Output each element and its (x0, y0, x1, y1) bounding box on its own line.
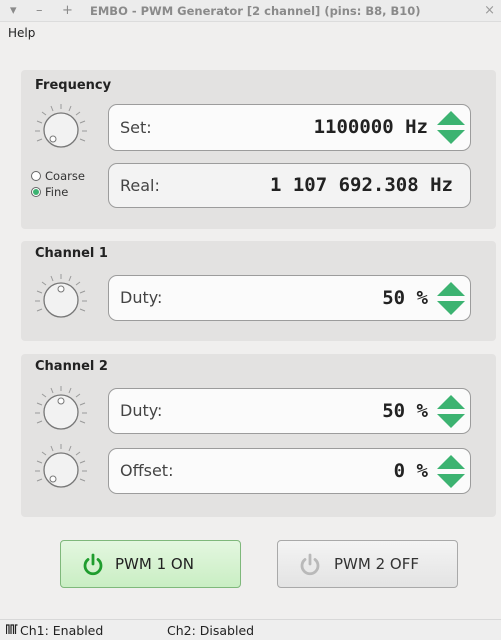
decrement-icon[interactable] (437, 301, 465, 315)
status-ch2: Ch2: Disabled (167, 623, 255, 638)
title-bar: ▾ – + EMBO - PWM Generator [2 channel] (… (0, 0, 501, 22)
menu-bar: Help (0, 22, 501, 62)
channel2-duty-value[interactable]: 50 % (382, 400, 428, 422)
frequency-set-value[interactable]: 1100000 Hz (314, 116, 428, 138)
channel1-duty-spinner[interactable] (436, 282, 466, 316)
fine-label: Fine (45, 185, 69, 199)
channel2-duty-knob[interactable] (29, 384, 93, 434)
channel2-duty-spinner[interactable] (436, 395, 466, 429)
channel1-duty-value[interactable]: 50 % (382, 287, 428, 309)
channel2-title: Channel 2 (35, 359, 108, 374)
pwm1-label: PWM 1 ON (115, 555, 194, 573)
frequency-real-value: 1 107 692.308 Hz (269, 174, 453, 196)
channel2-duty-field[interactable]: Duty: 50 % (108, 388, 471, 434)
window-menu-icon[interactable]: ▾ (10, 3, 17, 19)
channel1-duty-label: Duty: (120, 288, 163, 307)
pwm1-toggle-button[interactable]: PWM 1 ON (60, 540, 241, 588)
channel2-offset-knob[interactable] (29, 442, 93, 492)
frequency-group: Frequency Set: 1100000 Hz Coarse Fine Re… (21, 70, 496, 229)
increment-icon[interactable] (437, 282, 465, 296)
channel2-group: Channel 2 Duty: 50 % Offset: 0 % (21, 354, 496, 517)
power-on-icon (83, 553, 103, 576)
frequency-real-field: Real: 1 107 692.308 Hz (108, 163, 471, 208)
mode-fine[interactable]: Fine (31, 185, 68, 199)
channel2-offset-value[interactable]: 0 % (394, 460, 428, 482)
increment-icon[interactable] (437, 395, 465, 409)
minimize-icon[interactable]: – (36, 3, 43, 19)
maximize-icon[interactable]: + (62, 3, 73, 19)
menu-help[interactable]: Help (8, 26, 35, 40)
channel2-duty-label: Duty: (120, 401, 163, 420)
increment-icon[interactable] (437, 111, 465, 125)
channel1-duty-field[interactable]: Duty: 50 % (108, 275, 471, 321)
pwm2-label: PWM 2 OFF (334, 555, 419, 573)
frequency-real-label: Real: (120, 176, 160, 195)
coarse-label: Coarse (45, 169, 85, 183)
pwm2-toggle-button[interactable]: PWM 2 OFF (277, 540, 458, 588)
channel1-title: Channel 1 (35, 246, 108, 261)
decrement-icon[interactable] (437, 414, 465, 428)
status-bar: Ch1: Enabled Ch2: Disabled (0, 619, 501, 640)
channel1-group: Channel 1 Duty: 50 % (21, 241, 496, 341)
decrement-icon[interactable] (437, 130, 465, 144)
channel2-offset-label: Offset: (120, 461, 174, 480)
increment-icon[interactable] (437, 455, 465, 469)
decrement-icon[interactable] (437, 474, 465, 488)
channel2-offset-field[interactable]: Offset: 0 % (108, 448, 471, 494)
frequency-set-field[interactable]: Set: 1100000 Hz (108, 104, 471, 151)
mode-coarse[interactable]: Coarse (31, 169, 85, 183)
close-icon[interactable]: × (484, 3, 495, 18)
channel1-duty-knob[interactable] (29, 272, 93, 322)
fine-radio[interactable] (31, 187, 41, 197)
status-ch1: Ch1: Enabled (20, 623, 104, 638)
window-title: EMBO - PWM Generator [2 channel] (pins: … (90, 4, 421, 18)
frequency-knob[interactable] (29, 102, 93, 152)
channel2-offset-spinner[interactable] (436, 455, 466, 489)
power-off-icon (300, 553, 320, 576)
pulse-icon (6, 624, 18, 634)
frequency-set-spinner[interactable] (436, 111, 466, 145)
frequency-set-label: Set: (120, 118, 152, 137)
frequency-title: Frequency (35, 78, 112, 93)
coarse-radio[interactable] (31, 171, 41, 181)
